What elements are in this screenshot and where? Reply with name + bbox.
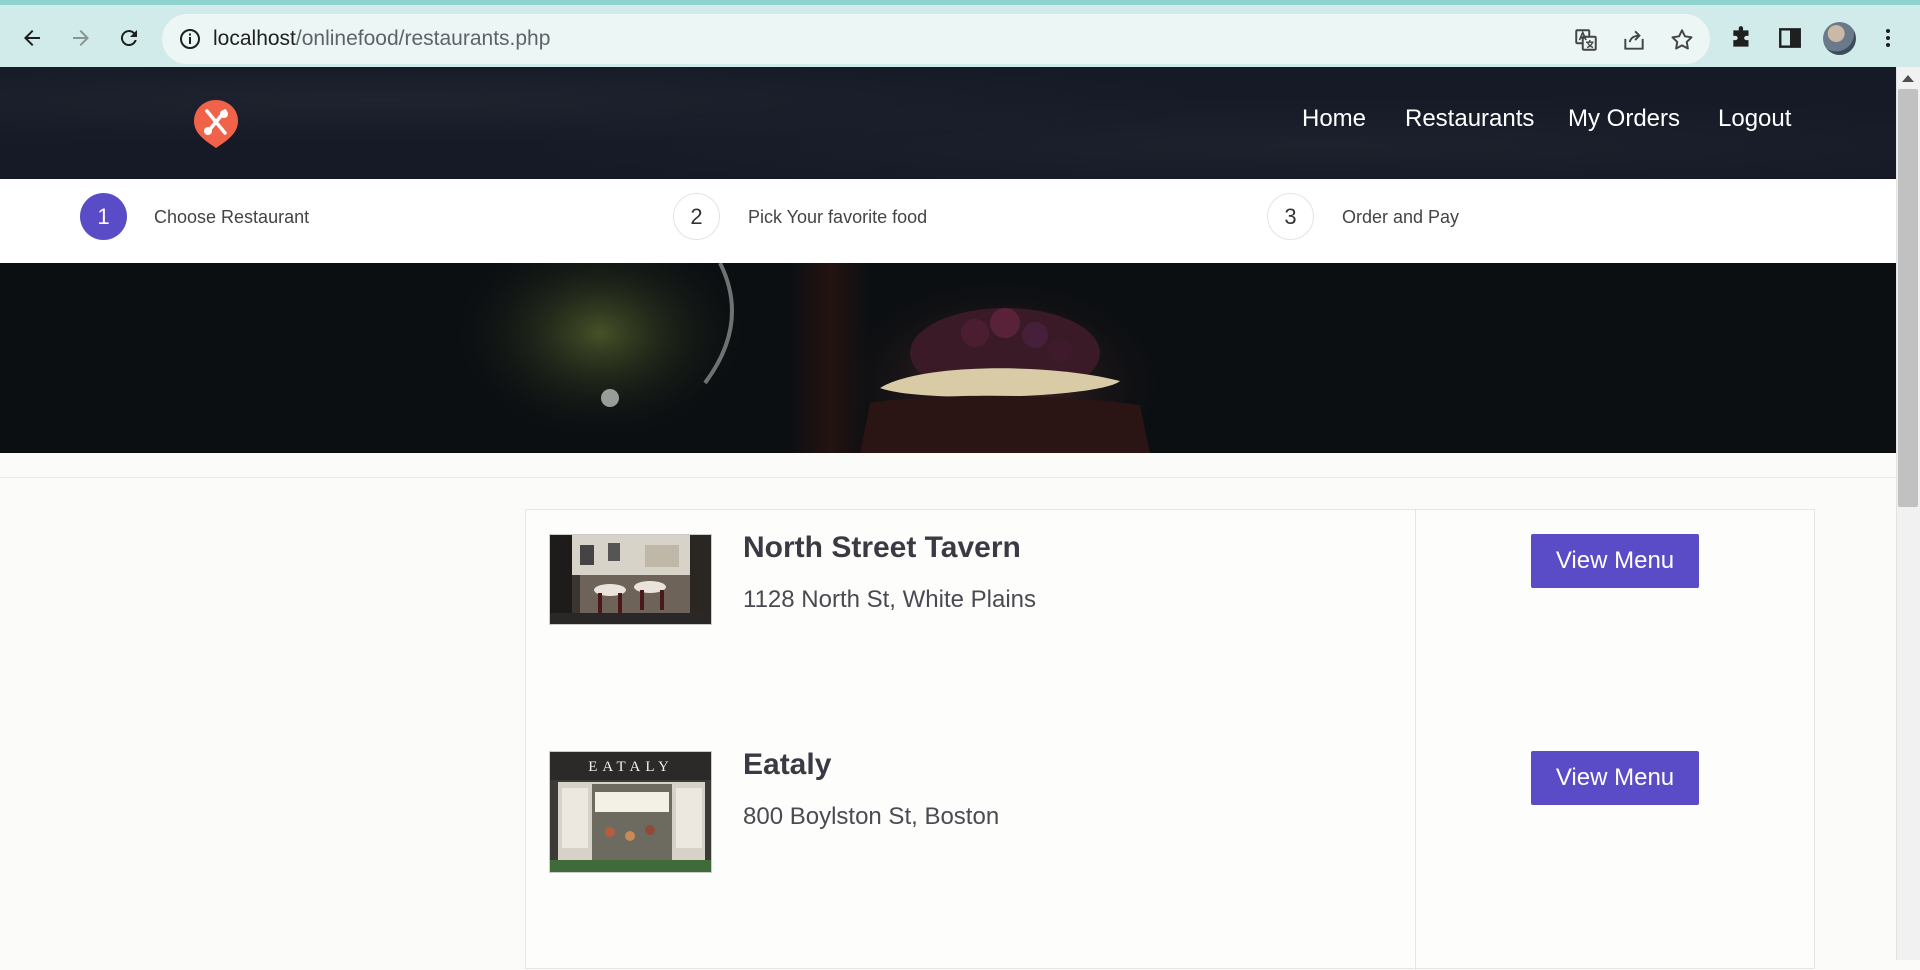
url-path: /onlinefood/restaurants.php — [295, 27, 551, 50]
more-menu-icon[interactable] — [1876, 25, 1900, 51]
nav-my-orders[interactable]: My Orders — [1568, 105, 1680, 133]
section-divider — [0, 477, 1896, 478]
scrollbar-thumb[interactable] — [1898, 89, 1918, 507]
step-1-label: Choose Restaurant — [154, 207, 310, 227]
url-host: localhost — [213, 27, 296, 50]
step-3-label: Order and Pay — [1342, 207, 1460, 227]
step-2-label: Pick Your favorite food — [748, 207, 928, 227]
forward-button[interactable] — [61, 18, 101, 58]
nav-logout[interactable]: Logout — [1718, 105, 1791, 133]
view-menu-button[interactable]: View Menu — [1531, 534, 1699, 588]
step-1-number: 1 — [80, 193, 127, 240]
column-divider — [1415, 510, 1416, 970]
hero-banner-image — [0, 263, 1896, 453]
nav-home[interactable]: Home — [1302, 105, 1366, 133]
restaurant-image[interactable]: EATALY — [549, 751, 712, 873]
eataly-sign-text: EATALY — [588, 759, 674, 775]
reload-button[interactable] — [109, 18, 149, 58]
bookmark-star-icon[interactable] — [1669, 27, 1695, 53]
restaurant-image[interactable] — [549, 534, 712, 625]
side-panel-icon[interactable] — [1777, 25, 1803, 51]
translate-icon[interactable] — [1573, 27, 1599, 53]
address-bar[interactable]: localhost/onlinefood/restaurants.php — [162, 14, 1710, 64]
restaurant-name[interactable]: Eataly — [743, 748, 831, 782]
tavern-interior-photo — [550, 535, 711, 624]
nav-restaurants[interactable]: Restaurants — [1405, 105, 1534, 133]
restaurant-name[interactable]: North Street Tavern — [743, 531, 1021, 565]
url-text[interactable]: localhost/onlinefood/restaurants.php — [213, 14, 550, 64]
share-icon[interactable] — [1621, 27, 1647, 53]
back-button[interactable] — [12, 18, 52, 58]
site-header: Home Restaurants My Orders Logout — [0, 67, 1896, 179]
step-3-number: 3 — [1267, 193, 1314, 240]
reload-icon — [120, 30, 137, 47]
restaurant-address: 1128 North St, White Plains — [743, 586, 1037, 613]
browser-toolbar: localhost/onlinefood/restaurants.php — [0, 0, 1920, 67]
profile-avatar[interactable] — [1823, 22, 1856, 55]
logo-icon[interactable] — [192, 98, 240, 150]
restaurant-address: 800 Boylston St, Boston — [743, 803, 1000, 830]
step-2-number: 2 — [673, 193, 720, 240]
scroll-up-arrow-icon[interactable] — [1902, 75, 1914, 82]
eataly-storefront-photo: EATALY — [550, 752, 711, 872]
extensions-puzzle-icon[interactable] — [1729, 25, 1755, 51]
arrow-right-icon — [73, 30, 89, 46]
view-menu-button[interactable]: View Menu — [1531, 751, 1699, 805]
dessert-photo — [450, 263, 1170, 453]
info-icon[interactable] — [178, 27, 202, 51]
arrow-left-icon — [24, 30, 40, 46]
order-steps: 1 Choose Restaurant 2 Pick Your favorite… — [0, 179, 1896, 263]
